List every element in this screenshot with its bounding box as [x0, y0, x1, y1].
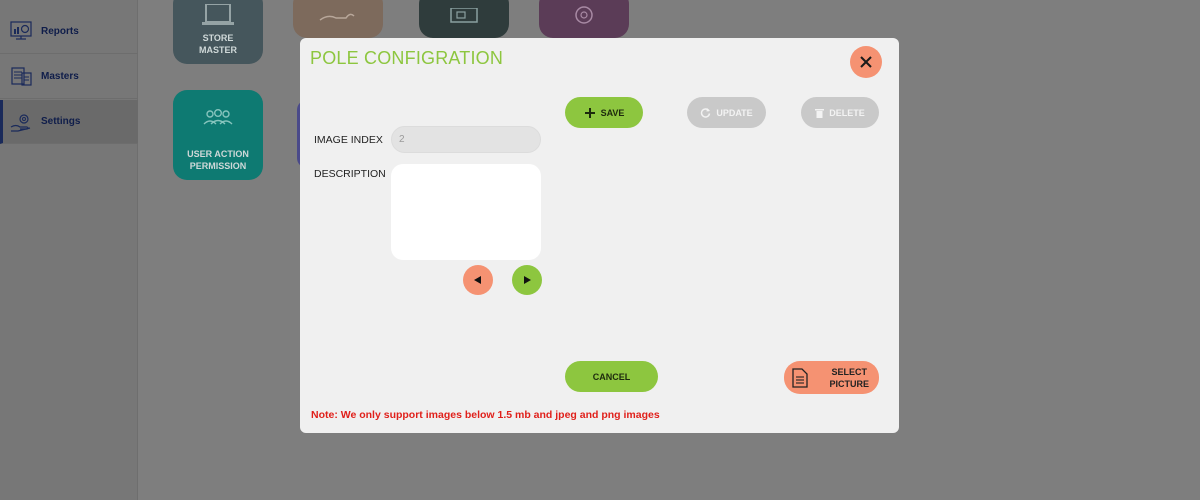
sidebar-item-label: Masters	[41, 71, 79, 82]
tile-label: USER ACTION	[187, 149, 249, 159]
document-icon	[792, 367, 808, 388]
tile-user-action-permission[interactable]: USER ACTION PERMISSION	[173, 90, 263, 180]
tile-3[interactable]	[419, 0, 509, 38]
select-picture-label-line2: PICTURE	[829, 378, 869, 389]
description-textarea[interactable]	[391, 164, 541, 260]
sidebar-item-label: Settings	[41, 116, 81, 127]
close-button[interactable]	[850, 46, 882, 78]
dialog-title: POLE CONFIGRATION	[310, 48, 504, 68]
delete-label: DELETE	[829, 107, 865, 118]
gauge-icon	[575, 6, 593, 24]
delete-button[interactable]: DELETE	[801, 97, 879, 128]
triangle-left-icon	[474, 276, 481, 284]
previous-button[interactable]	[463, 265, 493, 295]
refresh-icon	[700, 107, 711, 118]
reports-icon	[10, 20, 32, 40]
description-label: DESCRIPTION	[314, 168, 386, 180]
tile-label: PERMISSION	[189, 161, 247, 171]
tile-4[interactable]	[539, 0, 629, 38]
pole-configuration-dialog: POLE CONFIGRATION IMAGE INDEX DESCRIPTIO…	[300, 38, 899, 433]
plus-icon	[584, 107, 596, 119]
store-icon	[202, 4, 234, 25]
sidebar-item-masters[interactable]: Masters	[0, 55, 138, 99]
triangle-right-icon	[524, 276, 531, 284]
tile-store-master[interactable]: STORE MASTER	[173, 0, 263, 64]
update-button[interactable]: UPDATE	[687, 97, 766, 128]
select-picture-button[interactable]: SELECT PICTURE	[784, 361, 879, 394]
image-index-label: IMAGE INDEX	[314, 134, 383, 146]
save-button[interactable]: SAVE	[565, 97, 643, 128]
tile-label: MASTER	[199, 45, 237, 55]
masters-icon	[11, 66, 32, 86]
printer-icon	[450, 8, 478, 23]
sidebar-item-label: Reports	[41, 26, 79, 37]
upload-note: Note: We only support images below 1.5 m…	[311, 409, 660, 421]
cancel-button[interactable]: CANCEL	[565, 361, 658, 392]
select-picture-label-line1: SELECT	[831, 366, 867, 377]
cancel-label: CANCEL	[592, 371, 631, 382]
sidebar-item-settings[interactable]: Settings	[0, 100, 138, 144]
tile-2[interactable]	[293, 0, 383, 38]
hand-icon	[319, 13, 355, 21]
tile-label: STORE	[202, 33, 234, 43]
settings-icon	[10, 113, 31, 132]
trash-icon	[815, 108, 825, 118]
sidebar: Reports Masters Settings	[0, 0, 138, 500]
users-icon	[203, 109, 233, 125]
next-button[interactable]	[512, 265, 542, 295]
close-icon	[860, 56, 872, 68]
update-label: UPDATE	[716, 107, 753, 118]
sidebar-item-reports[interactable]: Reports	[0, 10, 138, 54]
save-label: SAVE	[600, 107, 625, 118]
image-index-input[interactable]	[391, 126, 541, 153]
